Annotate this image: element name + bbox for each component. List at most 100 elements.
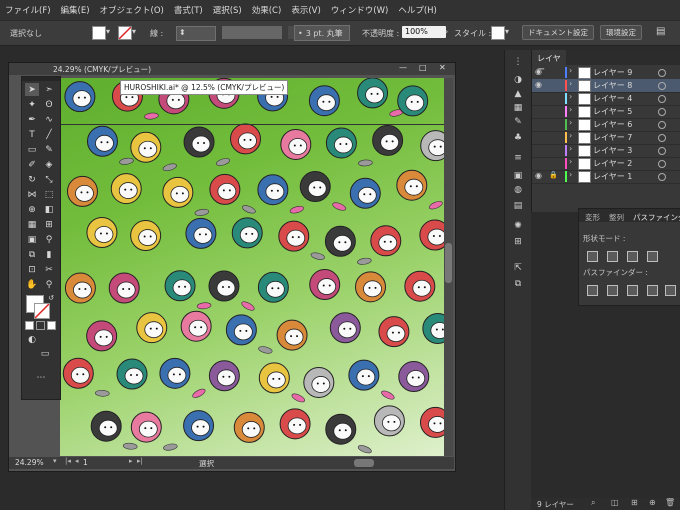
layer-row[interactable]: › レイヤー 6 bbox=[532, 118, 680, 132]
target-ring-icon[interactable] bbox=[658, 147, 666, 155]
make-clipping-mask-icon[interactable]: ◫ bbox=[611, 498, 619, 507]
fill-dropdown-icon[interactable]: ▾ bbox=[106, 27, 110, 36]
layer-row[interactable]: › レイヤー 4 bbox=[532, 92, 680, 106]
paintbrush-tool-icon[interactable]: ✎ bbox=[42, 143, 56, 156]
layer-row[interactable]: › レイヤー 3 bbox=[532, 144, 680, 158]
screen-mode-icon[interactable]: ▭ bbox=[38, 347, 52, 360]
layer-row[interactable]: ◉ › レイヤー 8 bbox=[532, 79, 680, 93]
layer-row[interactable]: › レイヤー 2 bbox=[532, 157, 680, 171]
style-swatch[interactable] bbox=[491, 26, 505, 40]
crop-icon[interactable] bbox=[647, 285, 658, 296]
expand-chevron-icon[interactable]: › bbox=[569, 105, 572, 114]
hand-tool-icon[interactable]: ✋ bbox=[25, 278, 39, 291]
preferences-button[interactable]: 環境設定 bbox=[600, 25, 642, 40]
free-transform-tool-icon[interactable]: ⬚ bbox=[42, 188, 56, 201]
tab-align[interactable]: 整列 bbox=[609, 212, 624, 223]
scroll-thumb[interactable] bbox=[445, 243, 452, 283]
fill-swatch[interactable] bbox=[92, 26, 106, 40]
target-ring-icon[interactable] bbox=[658, 121, 666, 129]
visibility-eye-icon[interactable]: ◉ bbox=[535, 67, 542, 76]
pen-tool-icon[interactable]: ✒ bbox=[25, 113, 39, 126]
shape-builder-tool-icon[interactable]: ⊕ bbox=[25, 203, 39, 216]
appearance-icon[interactable]: ▤ bbox=[511, 200, 525, 212]
swatches-icon[interactable]: ▦ bbox=[511, 102, 525, 114]
zoom-level[interactable]: 24.29% bbox=[15, 458, 44, 467]
direct-selection-tool-icon[interactable]: ➣ bbox=[42, 83, 56, 96]
brushes-icon[interactable]: ✎ bbox=[511, 116, 525, 128]
expand-chevron-icon[interactable]: › bbox=[569, 170, 572, 179]
color-mode-icon[interactable] bbox=[25, 321, 34, 330]
locate-object-icon[interactable]: ⌕ bbox=[591, 498, 595, 508]
arrange-icon[interactable]: ▤ bbox=[656, 26, 665, 37]
delete-layer-icon[interactable]: 🗑 bbox=[665, 498, 675, 507]
selection-tool-icon[interactable]: ➤ bbox=[25, 83, 39, 96]
stroke-color-box[interactable] bbox=[34, 303, 50, 319]
expand-chevron-icon[interactable]: › bbox=[569, 79, 572, 88]
expand-chevron-icon[interactable]: › bbox=[569, 131, 572, 140]
mesh-tool-icon[interactable]: ⊞ bbox=[42, 218, 56, 231]
stroke-weight-field[interactable]: ⬍ bbox=[176, 26, 216, 41]
exclude-icon[interactable] bbox=[647, 251, 658, 262]
artboards-panel-icon[interactable]: ⧉ bbox=[511, 278, 525, 290]
expand-chevron-icon[interactable]: › bbox=[569, 92, 572, 101]
document-setup-button[interactable]: ドキュメント設定 bbox=[522, 25, 594, 40]
type-tool-icon[interactable]: T bbox=[25, 128, 39, 141]
blend-tool-icon[interactable]: ⧉ bbox=[25, 248, 39, 261]
expand-chevron-icon[interactable]: › bbox=[569, 144, 572, 153]
gradient-tool-icon[interactable]: ▣ bbox=[25, 233, 39, 246]
layer-name[interactable]: レイヤー 2 bbox=[593, 158, 632, 169]
menu-object[interactable]: オブジェクト(O) bbox=[95, 4, 169, 16]
scale-tool-icon[interactable]: ⤡ bbox=[42, 173, 56, 186]
unite-icon[interactable] bbox=[587, 251, 598, 262]
perspective-grid-tool-icon[interactable]: ▦ bbox=[25, 218, 39, 231]
layer-row[interactable]: › レイヤー 7 bbox=[532, 131, 680, 145]
target-ring-icon[interactable] bbox=[658, 69, 666, 77]
rectangle-tool-icon[interactable]: ▭ bbox=[25, 143, 39, 156]
artboard-tool-icon[interactable]: ⊡ bbox=[25, 263, 39, 276]
merge-icon[interactable] bbox=[627, 285, 638, 296]
prev-page-icon[interactable]: ◂ bbox=[75, 457, 79, 465]
menu-edit[interactable]: 編集(E) bbox=[56, 4, 95, 16]
page-number[interactable]: 1 bbox=[83, 458, 88, 467]
layer-row[interactable]: › レイヤー 5 bbox=[532, 105, 680, 119]
layer-name[interactable]: レイヤー 5 bbox=[593, 106, 632, 117]
new-sublayer-icon[interactable]: ⊞ bbox=[631, 498, 638, 507]
layer-name[interactable]: レイヤー 4 bbox=[593, 93, 632, 104]
rotate-tool-icon[interactable]: ↻ bbox=[25, 173, 39, 186]
visibility-eye-icon[interactable]: ◉ bbox=[535, 171, 542, 180]
magic-wand-tool-icon[interactable]: ✦ bbox=[25, 98, 39, 111]
layer-name[interactable]: レイヤー 6 bbox=[593, 119, 632, 130]
first-page-icon[interactable]: |◂ bbox=[65, 457, 71, 465]
variable-width-profile[interactable] bbox=[222, 26, 282, 39]
divide-icon[interactable] bbox=[587, 285, 598, 296]
menu-select[interactable]: 選択(S) bbox=[208, 4, 247, 16]
new-layer-icon[interactable]: ⊕ bbox=[649, 498, 656, 507]
more-tools-icon[interactable]: ⋯ bbox=[34, 371, 48, 384]
color-icon[interactable]: ▲ bbox=[511, 88, 525, 100]
live-paint-tool-icon[interactable]: ◧ bbox=[42, 203, 56, 216]
target-ring-icon[interactable] bbox=[658, 173, 666, 181]
width-tool-icon[interactable]: ⋈ bbox=[25, 188, 39, 201]
stroke-swatch[interactable] bbox=[118, 26, 132, 40]
document-tab[interactable]: 24.29% (CMYK/プレビュー) — □ ✕ bbox=[9, 63, 455, 75]
none-mode-icon[interactable] bbox=[47, 321, 56, 330]
menu-window[interactable]: ウィンドウ(W) bbox=[326, 4, 394, 16]
intersect-icon[interactable] bbox=[627, 251, 638, 262]
menu-effect[interactable]: 効果(C) bbox=[247, 4, 287, 16]
graph-tool-icon[interactable]: ▮ bbox=[42, 248, 56, 261]
artboard-canvas[interactable] bbox=[60, 78, 444, 456]
stroke-panel-icon[interactable]: ≡ bbox=[511, 152, 525, 164]
opacity-field[interactable]: 100% bbox=[402, 26, 446, 38]
links-icon[interactable]: ⇱ bbox=[511, 262, 525, 274]
lasso-tool-icon[interactable]: ʘ bbox=[42, 98, 56, 111]
target-ring-icon[interactable] bbox=[658, 134, 666, 142]
tab-pathfinder[interactable]: パスファインダー bbox=[633, 212, 680, 223]
expand-chevron-icon[interactable]: › bbox=[569, 118, 572, 127]
vertical-scrollbar[interactable] bbox=[444, 78, 453, 456]
minimize-icon[interactable]: — bbox=[399, 63, 407, 72]
zoom-tool-icon[interactable]: ⚲ bbox=[42, 278, 56, 291]
expand-chevron-icon[interactable]: › bbox=[569, 157, 572, 166]
brush-dropdown[interactable]: • 3 pt. 丸筆 bbox=[294, 25, 350, 41]
transparency-icon[interactable]: ◍ bbox=[511, 184, 525, 196]
visibility-eye-icon[interactable]: ◉ bbox=[535, 80, 542, 89]
